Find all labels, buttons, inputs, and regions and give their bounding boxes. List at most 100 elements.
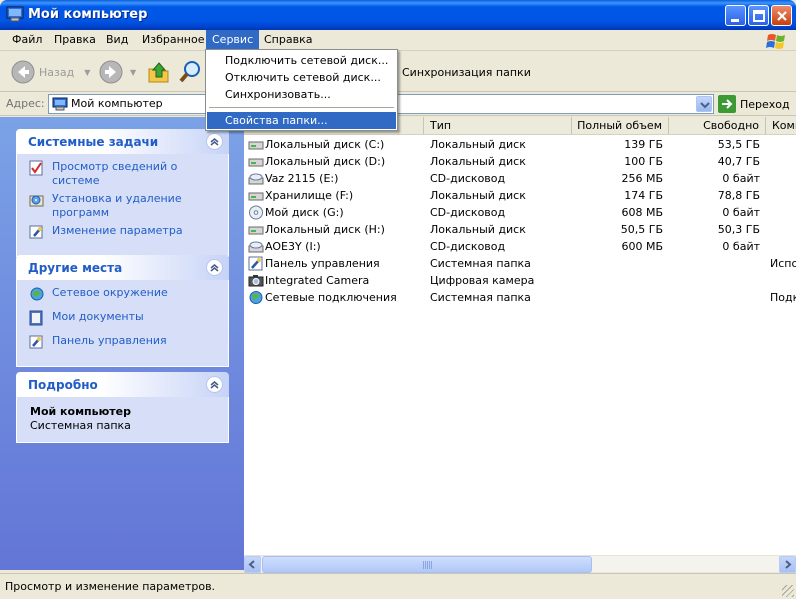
file-row[interactable]: Панель управления Системная папка Испо — [244, 255, 796, 272]
collapse-icon[interactable] — [206, 376, 223, 393]
menu-view[interactable]: Вид — [100, 30, 134, 50]
details-name: Мой компьютер — [30, 405, 132, 418]
chevron-left-icon — [248, 560, 255, 569]
my-computer-icon — [6, 6, 24, 22]
file-type: Локальный диск — [430, 223, 526, 236]
resize-grip[interactable] — [782, 585, 794, 597]
hard-drive-icon — [248, 226, 264, 235]
file-row[interactable]: Мой диск (G:) CD-дисковод 608 МБ 0 байт — [244, 204, 796, 221]
control-panel-icon — [29, 335, 43, 349]
file-total-size — [574, 255, 663, 272]
menu-item-folder-options[interactable]: Свойства папки... — [207, 112, 396, 129]
menu-item-map-network-drive[interactable]: Подключить сетевой диск... — [207, 52, 396, 69]
forward-dropdown-icon[interactable]: ▼ — [130, 68, 136, 77]
file-row[interactable]: Локальный диск (H:) Локальный диск 50,5 ГБ… — [244, 221, 796, 238]
file-row[interactable]: AOE3Y (I:) CD-дисковод 600 МБ 0 байт — [244, 238, 796, 255]
file-comment — [770, 272, 796, 289]
menu-help[interactable]: Справка — [258, 30, 318, 50]
task-change-setting[interactable]: Изменение параметра — [17, 224, 228, 244]
search-button[interactable] — [178, 58, 204, 86]
minimize-button[interactable] — [725, 5, 746, 26]
place-network[interactable]: Сетевое окружение — [17, 286, 228, 306]
file-type: Локальный диск — [430, 138, 526, 151]
place-my-documents[interactable]: Мои документы — [17, 310, 228, 330]
explorer-window: Мой компьютер Файл Правка Вид Избранное … — [0, 0, 796, 599]
system-tasks-header[interactable]: Системные задачи — [16, 129, 229, 154]
file-row[interactable]: Хранилище (F:) Локальный диск 174 ГБ 78,8 Г… — [244, 187, 796, 204]
maximize-button[interactable] — [748, 5, 769, 26]
file-type: Цифровая камера — [430, 274, 535, 287]
cd-disc-icon — [249, 205, 263, 220]
task-system-info[interactable]: Просмотр сведений о системе — [17, 160, 228, 188]
address-dropdown-button[interactable] — [696, 96, 712, 112]
chevron-right-icon — [785, 560, 792, 569]
file-row[interactable]: Сетевые подключения Системная папка Подк — [244, 289, 796, 306]
forward-button[interactable]: ▼ — [98, 58, 136, 86]
add-remove-programs-icon — [29, 195, 44, 207]
title-bar[interactable]: Мой компьютер — [0, 0, 796, 30]
file-comment: Подк — [770, 291, 796, 304]
column-comment[interactable]: Комм — [766, 117, 796, 134]
file-comment — [770, 136, 796, 153]
cd-drive-icon — [248, 241, 264, 253]
file-total-size: 608 МБ — [621, 206, 663, 219]
place-control-panel[interactable]: Панель управления — [17, 334, 228, 354]
close-button[interactable] — [771, 5, 792, 26]
back-dropdown-icon[interactable]: ▼ — [84, 68, 90, 77]
file-free-space: 0 байт — [722, 172, 760, 185]
file-name: Хранилище (F:) — [265, 189, 354, 202]
file-free-space: 78,8 ГБ — [717, 189, 760, 202]
scroll-thumb[interactable] — [262, 556, 592, 573]
change-setting-icon — [29, 225, 43, 239]
menu-file[interactable]: Файл — [6, 30, 48, 50]
column-type[interactable]: Тип — [424, 117, 572, 134]
file-name: Локальный диск (C:) — [265, 138, 385, 151]
file-row[interactable]: Локальный диск (C:) Локальный диск 139 ГБ 5… — [244, 136, 796, 153]
sync-folder-label: Синхронизация папки — [402, 65, 531, 79]
file-row[interactable]: Integrated Camera Цифровая камера — [244, 272, 796, 289]
task-pane: Системные задачи Просмотр сведений о сис… — [0, 117, 244, 570]
back-button[interactable]: Назад ▼ — [10, 58, 90, 86]
my-documents-icon — [29, 310, 43, 326]
go-arrow-icon — [718, 95, 736, 113]
other-places-header[interactable]: Другие места — [16, 255, 229, 280]
system-info-icon — [29, 160, 43, 176]
file-comment — [770, 170, 796, 187]
menu-edit[interactable]: Правка — [48, 30, 102, 50]
status-bar: Просмотр и изменение параметров. — [0, 573, 796, 599]
my-computer-icon — [52, 97, 68, 111]
file-type: Локальный диск — [430, 189, 526, 202]
back-label: Назад — [39, 65, 75, 79]
file-total-size: 174 ГБ — [624, 189, 663, 202]
column-total-size[interactable]: Полный объем — [572, 117, 669, 134]
menu-bar: Файл Правка Вид Избранное Сервис Справка — [0, 30, 796, 51]
scroll-right-button[interactable] — [779, 556, 796, 573]
cd-drive-icon — [248, 173, 264, 185]
file-free-space: 40,7 ГБ — [717, 155, 760, 168]
file-comment — [770, 221, 796, 238]
windows-logo-icon — [766, 34, 785, 49]
column-free-space[interactable]: Свободно — [669, 117, 766, 134]
toolbar: Назад ▼ ▼ Синхронизация папки — [0, 52, 796, 92]
file-comment — [770, 187, 796, 204]
hard-drive-icon — [248, 141, 264, 150]
horizontal-scrollbar[interactable] — [244, 555, 796, 573]
menu-favorites[interactable]: Избранное — [136, 30, 210, 50]
menu-tools[interactable]: Сервис — [206, 30, 260, 50]
menu-item-disconnect-network-drive[interactable]: Отключить сетевой диск... — [207, 69, 396, 86]
menu-item-synchronize[interactable]: Синхронизовать... — [207, 86, 396, 103]
file-name: Vaz 2115 (E:) — [265, 172, 339, 185]
collapse-icon[interactable] — [206, 133, 223, 150]
scroll-left-button[interactable] — [244, 556, 261, 573]
file-name: Локальный диск (D:) — [265, 155, 386, 168]
sync-folder-button[interactable]: Синхронизация папки — [402, 58, 531, 86]
go-button[interactable]: Переход — [718, 95, 790, 113]
details-header[interactable]: Подробно — [16, 372, 229, 397]
task-add-remove-programs[interactable]: Установка и удаление программ — [17, 192, 228, 220]
file-free-space: 0 байт — [722, 206, 760, 219]
file-row[interactable]: Vaz 2115 (E:) CD-дисковод 256 МБ 0 байт — [244, 170, 796, 187]
up-folder-button[interactable] — [146, 58, 172, 86]
collapse-icon[interactable] — [206, 259, 223, 276]
menu-separator — [209, 107, 394, 108]
file-row[interactable]: Локальный диск (D:) Локальный диск 100 ГБ 4… — [244, 153, 796, 170]
